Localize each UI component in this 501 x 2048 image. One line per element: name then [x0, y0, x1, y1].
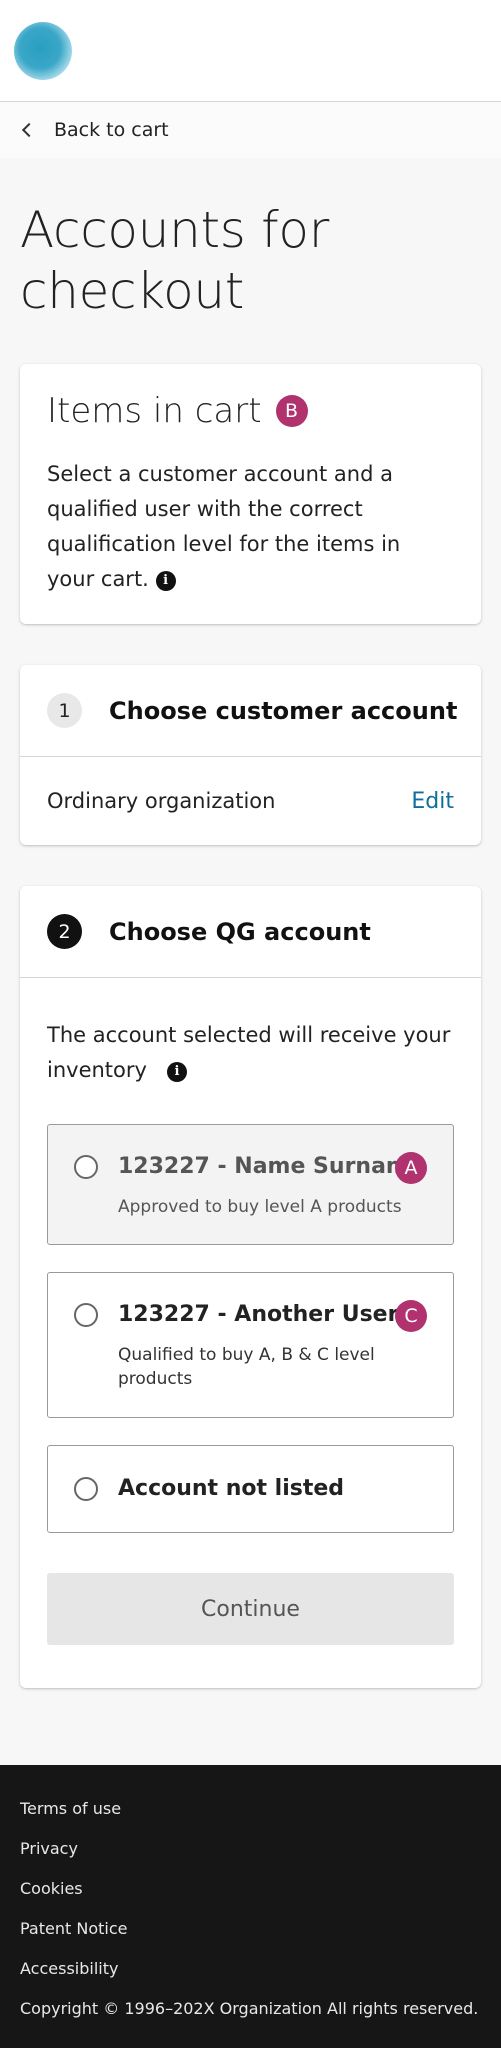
- step-choose-qg-account: 2 Choose QG account The account selected…: [20, 886, 481, 1688]
- step1-header: 1 Choose customer account: [20, 665, 481, 757]
- step1-number: 1: [47, 693, 82, 728]
- qg-account-option[interactable]: 123227 - Name Surname Approved to buy le…: [47, 1124, 454, 1245]
- footer-link-privacy[interactable]: Privacy: [20, 1837, 481, 1877]
- footer-link-patent-notice[interactable]: Patent Notice: [20, 1917, 481, 1957]
- qg-account-option[interactable]: 123227 - Another User Qualified to buy A…: [47, 1272, 454, 1418]
- radio-button[interactable]: [74, 1477, 98, 1501]
- continue-button[interactable]: Continue: [47, 1573, 454, 1645]
- cart-title: Items in cart B: [47, 391, 454, 431]
- chevron-left-icon: [21, 122, 37, 138]
- customer-account-name: Ordinary organization: [47, 789, 276, 813]
- copyright-text: Copyright © 1996–202X Organization All r…: [20, 1999, 479, 2018]
- back-to-cart-label: Back to cart: [54, 119, 169, 141]
- option-title: Account not listed: [118, 1476, 345, 1501]
- step2-description: The account selected will receive your i…: [20, 978, 481, 1088]
- info-icon[interactable]: i: [155, 570, 176, 591]
- step-choose-customer-account: 1 Choose customer account Ordinary organ…: [20, 665, 481, 845]
- items-in-cart-card: Items in cart B Select a customer accoun…: [20, 364, 481, 624]
- info-icon[interactable]: i: [166, 1061, 187, 1082]
- cart-title-text: Items in cart: [47, 391, 262, 431]
- radio-button[interactable]: [74, 1303, 98, 1327]
- site-footer: Terms of use Privacy Cookies Patent Noti…: [0, 1765, 501, 2048]
- option-subtitle: Approved to buy level A products: [118, 1197, 402, 1217]
- step2-header: 2 Choose QG account: [20, 886, 481, 978]
- edit-customer-account-link[interactable]: Edit: [411, 789, 454, 814]
- step2-description-text: The account selected will receive your i…: [47, 1023, 451, 1082]
- footer-link-cookies[interactable]: Cookies: [20, 1877, 481, 1917]
- cart-description: Select a customer account and a qualifie…: [47, 457, 454, 597]
- step2-number: 2: [47, 914, 82, 949]
- page-title-line1: Accounts for: [20, 201, 329, 259]
- step1-title: Choose customer account: [109, 696, 458, 725]
- footer-link-terms[interactable]: Terms of use: [20, 1797, 481, 1837]
- option-subtitle: Qualified to buy A, B & C level products: [118, 1345, 375, 1389]
- cart-description-text: Select a customer account and a qualifie…: [47, 462, 401, 591]
- level-badge: C: [395, 1300, 427, 1332]
- page-title-line2: checkout: [20, 262, 245, 320]
- account-not-listed-option[interactable]: Account not listed: [47, 1445, 454, 1533]
- radio-button[interactable]: [74, 1155, 98, 1179]
- site-header: [0, 0, 501, 102]
- back-to-cart-link[interactable]: Back to cart: [0, 102, 501, 158]
- level-badge: A: [395, 1152, 427, 1184]
- footer-link-accessibility[interactable]: Accessibility: [20, 1957, 481, 1997]
- cart-level-badge: B: [275, 395, 308, 427]
- organization-logo[interactable]: [14, 22, 72, 80]
- page-title: Accounts for checkout: [0, 158, 501, 322]
- step2-title: Choose QG account: [109, 917, 371, 946]
- selected-customer-account: Ordinary organization Edit: [20, 757, 481, 845]
- option-title: 123227 - Name Surname: [118, 1154, 424, 1179]
- option-title: 123227 - Another User: [118, 1302, 399, 1327]
